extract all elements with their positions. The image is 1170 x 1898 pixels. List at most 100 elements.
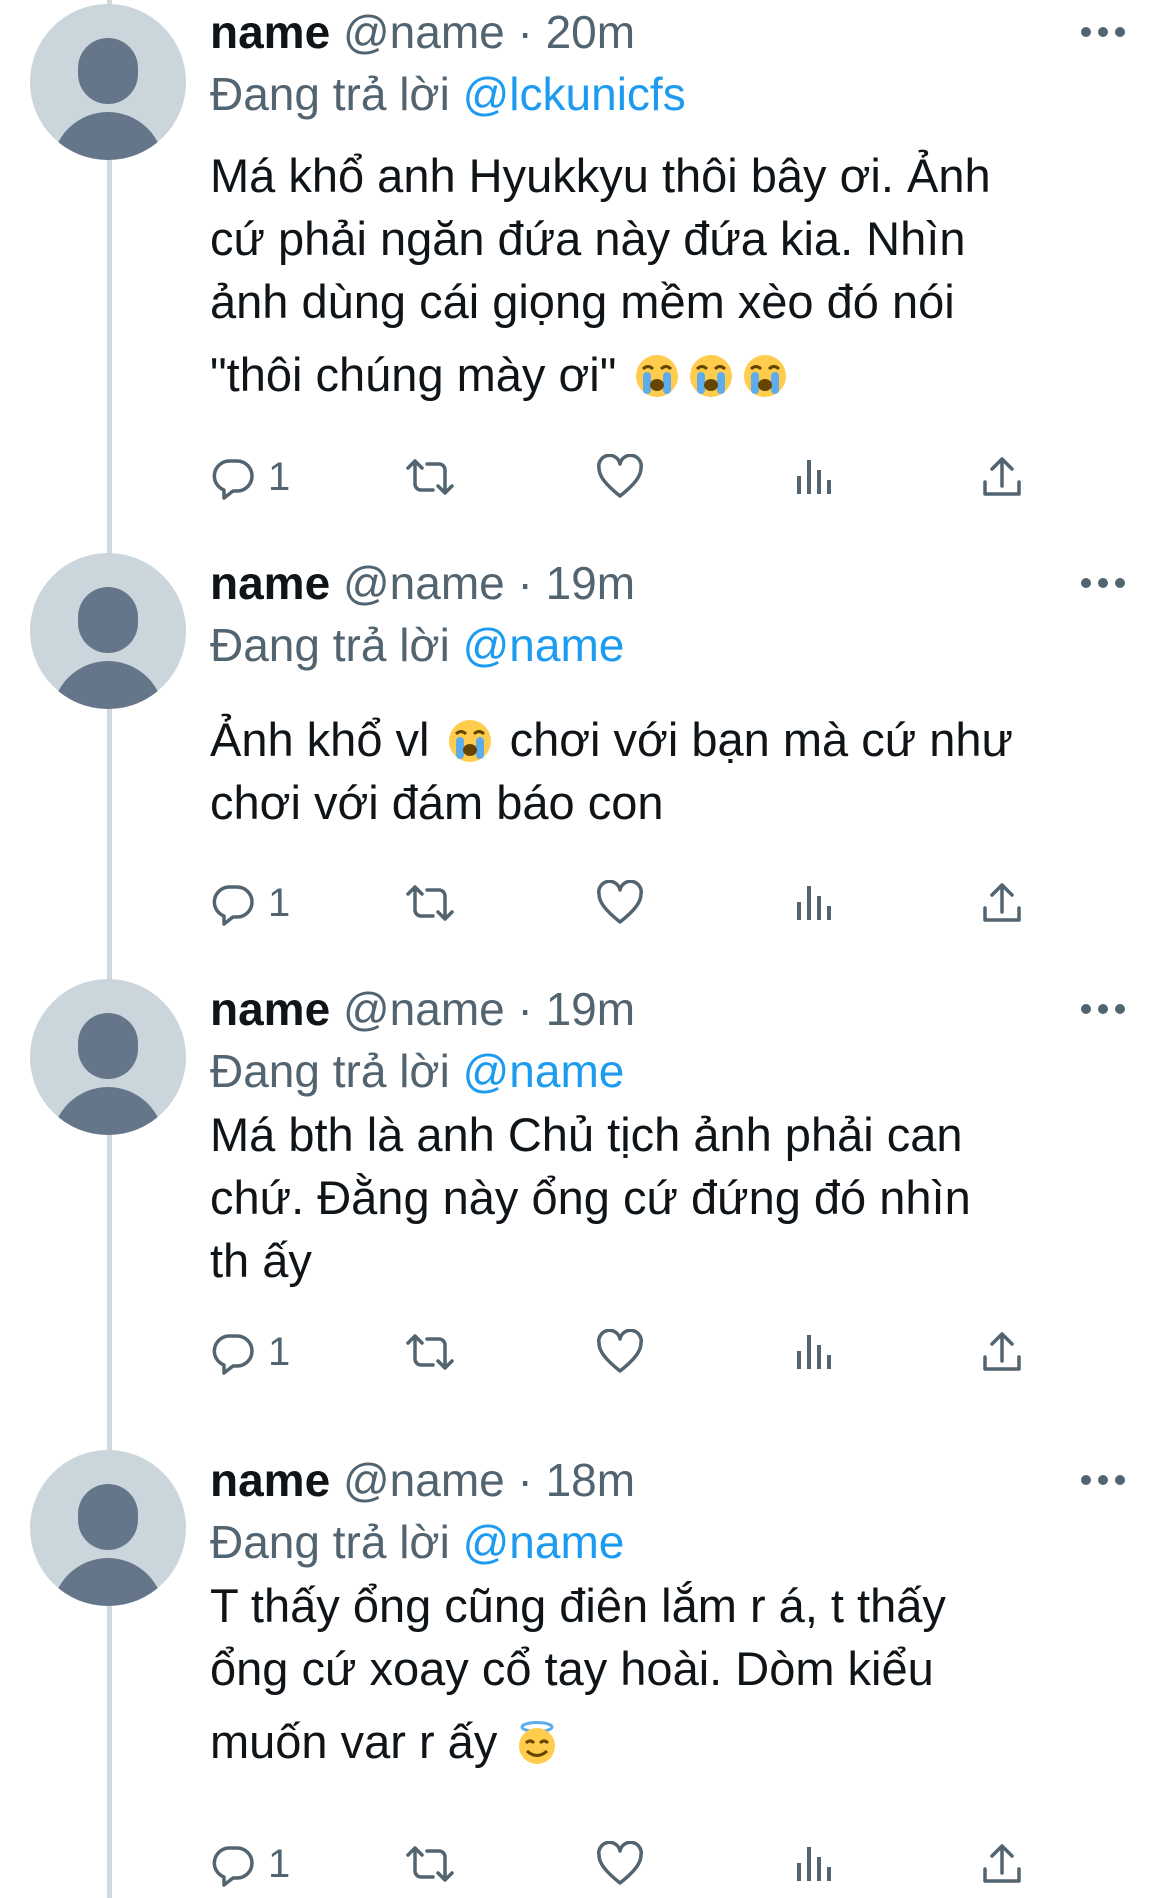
reply-count: 1 xyxy=(268,880,291,925)
replying-to-mention[interactable]: @name xyxy=(463,1516,625,1568)
tweet-header: name @name · 19m xyxy=(210,553,635,613)
more-options-icon[interactable] xyxy=(1078,553,1128,613)
tweet-text-line: Má khổ anh Hyukkyu thôi bây ơi. Ảnh xyxy=(210,149,991,202)
loudly-crying-face-emoji xyxy=(448,720,491,762)
views-button[interactable] xyxy=(795,1834,835,1894)
share-upload-icon xyxy=(983,457,1021,496)
tweet-actions: 1 xyxy=(210,447,1110,507)
reply-bubble-icon xyxy=(212,459,254,500)
share-button[interactable] xyxy=(980,1834,1024,1894)
tweet[interactable]: name @name · 19m Đang trả lời @name Ảnh … xyxy=(0,553,1170,973)
like-button[interactable] xyxy=(595,1322,645,1382)
reply-button[interactable]: 1 xyxy=(210,1834,290,1894)
reply-bubble-icon xyxy=(212,1846,254,1887)
more-options-icon[interactable] xyxy=(1078,979,1128,1039)
replying-to-mention[interactable]: @name xyxy=(463,619,625,671)
retweet-icon xyxy=(406,885,454,921)
views-button[interactable] xyxy=(795,447,835,507)
tweet-actions: 1 xyxy=(210,873,1110,933)
avatar[interactable] xyxy=(30,4,186,160)
replying-to-label: Đang trả lời xyxy=(210,1045,450,1097)
heart-icon xyxy=(597,454,643,498)
avatar[interactable] xyxy=(30,553,186,709)
tweet-text: Má bth là anh Chủ tịch ảnh phải can chứ.… xyxy=(210,1103,1140,1292)
share-button[interactable] xyxy=(980,447,1024,507)
avatar[interactable] xyxy=(30,1450,186,1606)
retweet-icon xyxy=(406,459,454,495)
reply-bubble-icon xyxy=(212,885,254,926)
tweet[interactable]: name @name · 19m Đang trả lời @name Má b… xyxy=(0,979,1170,1439)
tweet-text-line: cứ phải ngăn đứa này đứa kia. Nhìn xyxy=(210,212,966,265)
reply-button[interactable]: 1 xyxy=(210,873,290,933)
like-button[interactable] xyxy=(595,1834,645,1894)
replying-to-mention[interactable]: @name xyxy=(463,1045,625,1097)
heart-icon xyxy=(597,1329,643,1373)
replying-to: Đang trả lời @name xyxy=(210,615,624,675)
analytics-bars-icon xyxy=(797,1847,831,1881)
replying-to-mention[interactable]: @lckunicfs xyxy=(463,68,686,120)
share-button[interactable] xyxy=(980,873,1024,933)
tweet[interactable]: name @name · 20m Đang trả lời @lckunicfs… xyxy=(0,0,1170,560)
tweet-text-line: T thấy ổng cũng điên lắm r á, t thấy xyxy=(210,1579,946,1632)
loudly-crying-face-emoji xyxy=(743,355,786,397)
user-handle[interactable]: @name xyxy=(343,6,505,58)
retweet-button[interactable] xyxy=(402,873,458,933)
replying-to-label: Đang trả lời xyxy=(210,1516,450,1568)
reply-bubble-icon xyxy=(212,1334,254,1375)
tweet-text-line: chơi với đám báo con xyxy=(210,776,664,829)
share-button[interactable] xyxy=(980,1322,1024,1382)
like-button[interactable] xyxy=(595,447,645,507)
tweet-text-line: muốn var r ấy xyxy=(210,1715,498,1768)
reply-count: 1 xyxy=(268,1841,291,1886)
tweet-text: Má khổ anh Hyukkyu thôi bây ơi. Ảnh cứ p… xyxy=(210,144,1140,406)
avatar[interactable] xyxy=(30,979,186,1135)
retweet-button[interactable] xyxy=(402,1834,458,1894)
user-handle[interactable]: @name xyxy=(343,983,505,1035)
user-handle[interactable]: @name xyxy=(343,557,505,609)
replying-to: Đang trả lời @lckunicfs xyxy=(210,64,686,124)
reply-button[interactable]: 1 xyxy=(210,447,290,507)
views-button[interactable] xyxy=(795,873,835,933)
share-upload-icon xyxy=(983,1332,1021,1371)
tweet-text: Ảnh khổ vl chơi với bạn mà cứ như chơi v… xyxy=(210,708,1140,834)
retweet-button[interactable] xyxy=(402,1322,458,1382)
tweet-actions: 1 xyxy=(210,1834,1110,1894)
tweet-actions: 1 xyxy=(210,1322,1110,1382)
more-options-icon[interactable] xyxy=(1078,1450,1128,1510)
loudly-crying-face-emoji xyxy=(635,355,678,397)
share-upload-icon xyxy=(983,883,1021,922)
retweet-button[interactable] xyxy=(402,447,458,507)
tweet-text-segment: Ảnh khổ vl xyxy=(210,713,430,766)
analytics-bars-icon xyxy=(797,886,831,920)
analytics-bars-icon xyxy=(797,1335,831,1369)
tweet[interactable]: name @name · 18m Đang trả lời @name T th… xyxy=(0,1450,1170,1898)
timestamp[interactable]: · 19m xyxy=(518,983,636,1035)
display-name[interactable]: name xyxy=(210,983,330,1035)
timestamp[interactable]: · 20m xyxy=(518,6,636,58)
tweet-header: name @name · 20m xyxy=(210,2,635,62)
tweet-header: name @name · 19m xyxy=(210,979,635,1039)
smiling-face-with-halo-emoji xyxy=(519,1721,556,1764)
reply-thread: name @name · 20m Đang trả lời @lckunicfs… xyxy=(0,0,1170,1898)
tweet-text-line: Má bth là anh Chủ tịch ảnh phải can xyxy=(210,1108,963,1161)
loudly-crying-face-emoji xyxy=(689,355,732,397)
replying-to-label: Đang trả lời xyxy=(210,68,450,120)
tweet-text-line: th ấy xyxy=(210,1234,312,1287)
display-name[interactable]: name xyxy=(210,6,330,58)
display-name[interactable]: name xyxy=(210,557,330,609)
timestamp[interactable]: · 19m xyxy=(518,557,636,609)
tweet-text-line: ảnh dùng cái giọng mềm xèo đó nói xyxy=(210,275,955,328)
reply-button[interactable]: 1 xyxy=(210,1322,290,1382)
tweet-text-line: "thôi chúng mày ơi" xyxy=(210,348,617,401)
views-button[interactable] xyxy=(795,1322,835,1382)
reply-count: 1 xyxy=(268,454,291,499)
timestamp[interactable]: · 18m xyxy=(518,1454,636,1506)
more-options-icon[interactable] xyxy=(1078,2,1128,62)
replying-to: Đang trả lời @name xyxy=(210,1041,624,1101)
display-name[interactable]: name xyxy=(210,1454,330,1506)
tweet-header: name @name · 18m xyxy=(210,1450,635,1510)
share-upload-icon xyxy=(983,1844,1021,1883)
tweet-text-line: ổng cứ xoay cổ tay hoài. Dòm kiểu xyxy=(210,1642,934,1695)
user-handle[interactable]: @name xyxy=(343,1454,505,1506)
like-button[interactable] xyxy=(595,873,645,933)
